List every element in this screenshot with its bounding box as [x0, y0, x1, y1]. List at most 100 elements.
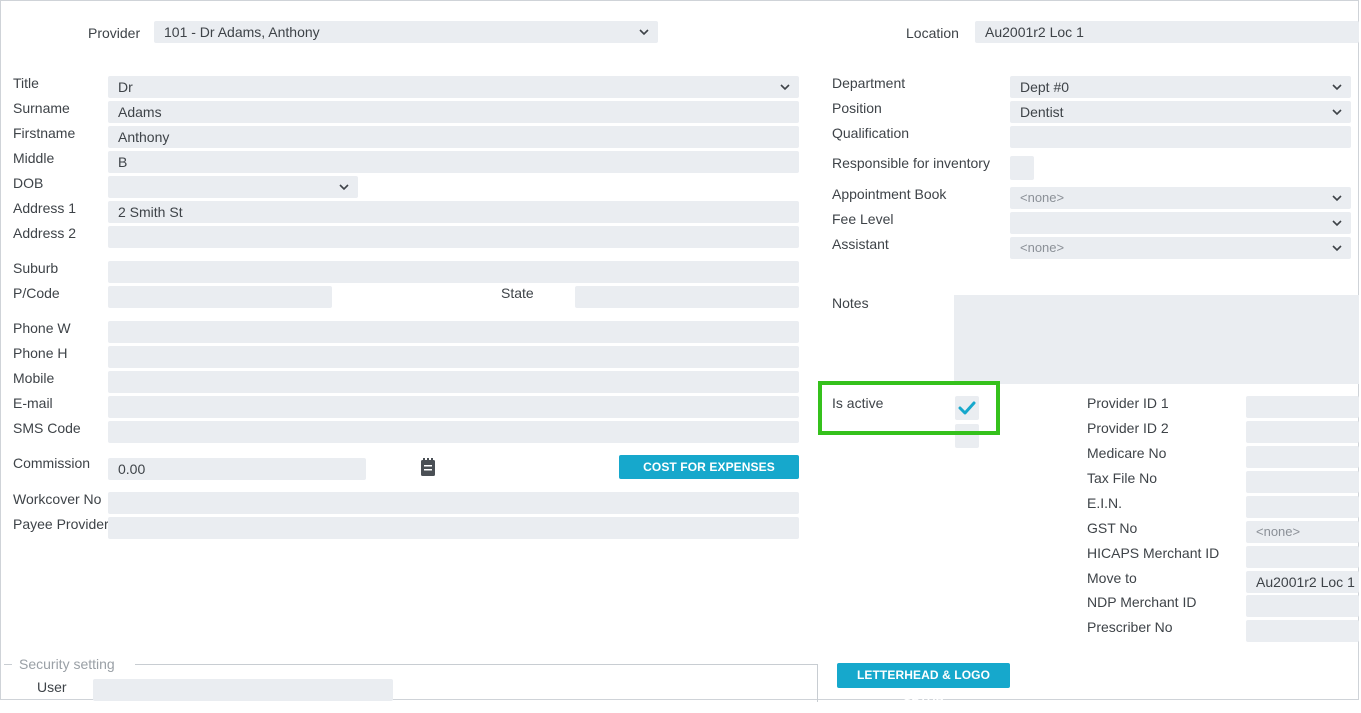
payee-provider-field[interactable] [108, 517, 799, 539]
assistant-select[interactable]: <none> [1010, 237, 1351, 259]
address1-field[interactable]: 2 Smith St [108, 201, 799, 223]
security-setting-title: Security setting [19, 656, 115, 672]
department-label: Department [832, 75, 906, 91]
location-field[interactable]: Au2001r2 Loc 1 [975, 21, 1359, 43]
gst-label: GST No [1087, 520, 1138, 536]
qualification-field[interactable] [1010, 126, 1351, 148]
firstname-field[interactable]: Anthony [108, 126, 799, 148]
phone-w-label: Phone W [13, 320, 71, 336]
section-border-top [135, 664, 818, 665]
dob-label: DOB [13, 175, 44, 191]
chevron-down-icon [338, 181, 350, 193]
prescriber-field[interactable] [1246, 620, 1359, 642]
inventory-label: Responsible for inventory [832, 155, 990, 171]
highlight-box [818, 381, 1000, 435]
provider-select[interactable]: 101 - Dr Adams, Anthony [154, 21, 658, 43]
letterhead-logo-setup-button[interactable]: LETTERHEAD & LOGO SETUP [837, 663, 1010, 707]
provider-id1-label: Provider ID 1 [1087, 395, 1169, 411]
phone-w-field[interactable] [108, 321, 799, 343]
fee-level-label: Fee Level [832, 211, 894, 227]
address2-field[interactable] [108, 226, 799, 248]
move-to-select[interactable]: Au2001r2 Loc 1 [1246, 571, 1359, 593]
phone-h-field[interactable] [108, 346, 799, 368]
notes-label: Notes [832, 295, 869, 311]
user-label: User [37, 679, 67, 695]
email-field[interactable] [108, 396, 799, 418]
sms-code-label: SMS Code [13, 420, 81, 436]
location-label: Location [906, 25, 959, 41]
provider-id2-label: Provider ID 2 [1087, 420, 1169, 436]
inventory-checkbox[interactable] [1010, 156, 1034, 180]
chevron-down-icon [1331, 242, 1343, 254]
position-value: Dentist [1020, 104, 1064, 120]
dob-picker[interactable] [108, 176, 358, 198]
department-select[interactable]: Dept #0 [1010, 76, 1351, 98]
section-border-right [817, 664, 818, 702]
appointment-book-select[interactable]: <none> [1010, 187, 1351, 209]
address2-label: Address 2 [13, 225, 77, 241]
tax-file-field[interactable] [1246, 471, 1359, 493]
provider-id1-field[interactable] [1246, 396, 1359, 418]
chevron-down-icon [638, 26, 650, 38]
title-label: Title [13, 75, 39, 91]
provider-value: 101 - Dr Adams, Anthony [164, 24, 320, 40]
cost-for-expenses-button[interactable]: COST FOR EXPENSES [619, 455, 799, 479]
mobile-field[interactable] [108, 371, 799, 393]
firstname-label: Firstname [13, 125, 76, 141]
fee-level-select[interactable] [1010, 212, 1351, 234]
commission-label: Commission [13, 455, 91, 471]
email-label: E-mail [13, 395, 53, 411]
medicare-label: Medicare No [1087, 445, 1167, 461]
suburb-label: Suburb [13, 260, 59, 276]
calculator-icon[interactable] [418, 457, 438, 477]
middle-label: Middle [13, 150, 55, 166]
title-value: Dr [118, 79, 133, 95]
chevron-down-icon [1331, 192, 1343, 204]
position-select[interactable]: Dentist [1010, 101, 1351, 123]
section-border-left [4, 664, 12, 665]
department-value: Dept #0 [1020, 79, 1070, 95]
pcode-label: P/Code [13, 285, 60, 301]
provider-id2-field[interactable] [1246, 421, 1359, 443]
suburb-field[interactable] [108, 261, 799, 283]
ndp-merchant-label: NDP Merchant ID [1087, 594, 1197, 610]
title-select[interactable]: Dr [108, 76, 799, 98]
user-field[interactable] [93, 679, 393, 701]
commission-field[interactable]: 0.00 [108, 458, 366, 480]
gst-select[interactable]: <none> [1246, 521, 1359, 543]
ndp-merchant-field[interactable] [1246, 595, 1359, 617]
chevron-down-icon [779, 81, 791, 93]
phone-h-label: Phone H [13, 345, 68, 361]
provider-label: Provider [88, 25, 141, 41]
assistant-value: <none> [1020, 240, 1065, 255]
chevron-down-icon [1331, 217, 1343, 229]
prescriber-label: Prescriber No [1087, 619, 1173, 635]
medicare-field[interactable] [1246, 446, 1359, 468]
surname-field[interactable]: Adams [108, 101, 799, 123]
appointment-book-value: <none> [1020, 190, 1065, 205]
qualification-label: Qualification [832, 125, 910, 141]
sms-code-field[interactable] [108, 421, 799, 443]
ein-field[interactable] [1246, 496, 1359, 518]
middle-field[interactable]: B [108, 151, 799, 173]
address1-label: Address 1 [13, 200, 77, 216]
ein-label: E.I.N. [1087, 495, 1123, 511]
chevron-down-icon [1331, 81, 1343, 93]
payee-provider-label: Payee Provider [13, 516, 109, 532]
notes-textarea[interactable] [954, 295, 1359, 384]
tax-file-label: Tax File No [1087, 470, 1158, 486]
hicaps-field[interactable] [1246, 546, 1359, 568]
position-label: Position [832, 100, 882, 116]
workcover-label: Workcover No [13, 491, 102, 507]
pcode-field[interactable] [108, 286, 332, 308]
appointment-book-label: Appointment Book [832, 186, 947, 202]
state-field[interactable] [575, 286, 799, 308]
workcover-field[interactable] [108, 492, 799, 514]
state-label: State [501, 285, 534, 301]
hicaps-label: HICAPS Merchant ID [1087, 545, 1220, 561]
assistant-label: Assistant [832, 236, 889, 252]
chevron-down-icon [1331, 106, 1343, 118]
surname-label: Surname [13, 100, 70, 116]
move-to-label: Move to [1087, 570, 1137, 586]
mobile-label: Mobile [13, 370, 55, 386]
